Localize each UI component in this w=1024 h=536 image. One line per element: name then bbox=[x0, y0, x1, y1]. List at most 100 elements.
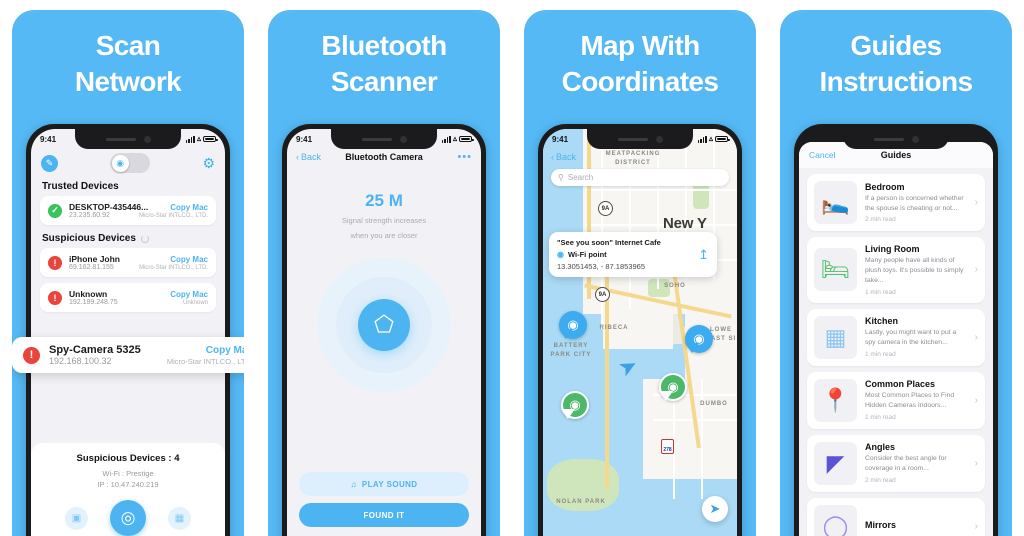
guide-row-common-places[interactable]: 📍 Common Places Most Common Places to Fi… bbox=[807, 371, 985, 429]
device-row-suspicious-0[interactable]: ! iPhone John Copy Mac 69.162.81.155 Mic… bbox=[40, 248, 216, 277]
device-top-row: Spy-Camera 5325 Copy Mac bbox=[49, 344, 244, 356]
distance-readout: 25 M bbox=[365, 191, 403, 210]
guide-content: Common Places Most Common Places to Find… bbox=[865, 379, 967, 421]
copy-mac-button[interactable]: Copy Mac bbox=[170, 290, 208, 299]
guide-title: Kitchen bbox=[865, 316, 899, 327]
device-ip: 69.162.81.155 bbox=[69, 264, 114, 271]
guide-title: Common Places bbox=[865, 379, 936, 390]
device-vendor: Micro-Star INTLCO., LTD. bbox=[166, 357, 244, 366]
status-alert-icon: ! bbox=[48, 290, 62, 305]
guide-row-living-room[interactable]: 🛏 Living Room Many people have all kinds… bbox=[807, 237, 985, 303]
mirror-icon: ◯ bbox=[814, 504, 857, 536]
guides-sheet: Cancel Guides 🛌 Bedroom If a person is c… bbox=[799, 142, 993, 536]
camera-icon[interactable]: ▣ bbox=[65, 506, 88, 530]
chevron-right-icon: › bbox=[974, 331, 978, 343]
guide-row-kitchen[interactable]: ▦ Kitchen Lastly, you might want to put … bbox=[807, 308, 985, 366]
signal-hint-line-2: when you are closer bbox=[350, 231, 418, 241]
status-indicators: ▵ bbox=[185, 135, 218, 143]
device-top-row: DESKTOP-435446... Copy Mac bbox=[69, 202, 208, 212]
phone-screen-1: 9:41 ▵ ✎ ◉ ⚙ Trusted Devices ✓ DESKTOP-4… bbox=[31, 129, 225, 536]
pin-tail bbox=[559, 329, 573, 356]
back-button[interactable]: ‹ Back bbox=[296, 152, 321, 162]
guide-description: Many people have all kinds of plush toys… bbox=[865, 257, 964, 284]
guide-read-time: 1 min read bbox=[865, 288, 896, 296]
map-search-input[interactable]: ⚲ Search bbox=[551, 169, 729, 186]
phone-mockup-1: 9:41 ▵ ✎ ◉ ⚙ Trusted Devices ✓ DESKTOP-4… bbox=[26, 124, 230, 536]
guide-read-time: 2 min read bbox=[865, 216, 896, 224]
phone-notch bbox=[843, 129, 949, 149]
cancel-button[interactable]: Cancel bbox=[809, 150, 835, 160]
wifi-status-icon: ▵ bbox=[452, 134, 457, 143]
status-time: 9:41 bbox=[40, 134, 57, 144]
map-label-0: MEATPACKING bbox=[605, 151, 661, 157]
device-top-row: Unknown Copy Mac bbox=[69, 289, 208, 299]
route-shield-9a-top: 9A bbox=[598, 201, 613, 216]
highlighted-device-card[interactable]: ! Spy-Camera 5325 Copy Mac 192.168.100.3… bbox=[12, 337, 244, 373]
wifi-scan-toggle[interactable]: ◉ bbox=[110, 153, 151, 173]
summary-wifi: Wi-Fi : Prestige bbox=[102, 469, 154, 479]
map-label-nolan: NOLAN PARK bbox=[556, 499, 606, 505]
guide-title: Bedroom bbox=[865, 181, 905, 192]
battery-icon bbox=[459, 135, 474, 143]
copy-mac-button[interactable]: Copy Mac bbox=[170, 203, 208, 212]
map-pin-camera-2[interactable]: ◉ bbox=[659, 373, 687, 418]
guide-row-mirrors[interactable]: ◯ Mirrors › bbox=[807, 497, 985, 536]
device-row-suspicious-1[interactable]: ! Unknown Copy Mac 192.199.248.75 Unknow… bbox=[40, 283, 216, 312]
device-ip: 192.168.100.32 bbox=[49, 356, 112, 366]
pencil-icon[interactable]: ✎ bbox=[41, 154, 58, 172]
trusted-devices-label: Trusted Devices bbox=[42, 181, 119, 192]
chevron-right-icon: › bbox=[974, 394, 978, 406]
gear-icon[interactable]: ⚙ bbox=[202, 156, 215, 170]
panel-bluetooth-scanner: Bluetooth Scanner 9:41 ▵ ‹ Back Bluetoot… bbox=[268, 10, 500, 536]
guide-description: If a person is concerned whether the spo… bbox=[865, 194, 964, 212]
map-pin-camera-1[interactable]: ◉ bbox=[561, 391, 589, 436]
chevron-right-icon: › bbox=[974, 264, 978, 276]
map-label-1: DISTRICT bbox=[615, 160, 651, 166]
road-v7 bbox=[701, 379, 703, 499]
guide-title: Living Room bbox=[865, 244, 920, 254]
pin-tail bbox=[561, 409, 575, 436]
guide-row-angles[interactable]: ◤ Angles Consider the best angle for cov… bbox=[807, 434, 985, 492]
device-ip: 23.235.60.92 bbox=[69, 212, 110, 219]
copy-mac-button[interactable]: Copy Mac bbox=[170, 255, 208, 264]
guides-title: Guides bbox=[880, 150, 912, 160]
triangle-icon: ◤ bbox=[814, 441, 857, 485]
copy-mac-button[interactable]: Copy Mac bbox=[206, 345, 244, 356]
cellular-signal-icon bbox=[697, 135, 707, 143]
bluetooth-icon[interactable]: ⬠ bbox=[358, 298, 410, 351]
map-label-soho: SOHO bbox=[664, 283, 686, 289]
scan-toolbar: ✎ ◉ ⚙ bbox=[31, 149, 225, 179]
device-bottom-row: 69.162.81.155 Micro-Star INTLCO., LTD. bbox=[69, 264, 208, 271]
callout-subtitle-row: ◉ Wi-Fi point bbox=[557, 250, 709, 259]
map-pin-wifi-1[interactable]: ◉ bbox=[559, 311, 587, 356]
bottom-tab-bar: ▣ ◎ ▦ bbox=[41, 500, 215, 536]
front-camera-icon bbox=[399, 135, 407, 143]
wifi-icon: ◉ bbox=[111, 154, 129, 172]
more-options-icon[interactable]: ••• bbox=[457, 151, 472, 162]
locate-me-button[interactable]: ➤ bbox=[702, 496, 728, 522]
device-row-trusted-0[interactable]: ✓ DESKTOP-435446... Copy Mac 23.235.60.9… bbox=[40, 196, 216, 225]
guide-row-bedroom[interactable]: 🛌 Bedroom If a person is concerned wheth… bbox=[807, 174, 985, 231]
pin-tail bbox=[659, 391, 673, 418]
kitchen-icon: ▦ bbox=[814, 315, 857, 359]
signal-rings: ⬠ bbox=[317, 257, 451, 392]
search-placeholder: Search bbox=[567, 173, 594, 182]
bluetooth-navbar: ‹ Back Bluetooth Camera ••• bbox=[287, 149, 481, 169]
share-icon[interactable]: ↥ bbox=[698, 247, 709, 263]
radar-icon[interactable]: ◎ bbox=[110, 500, 146, 536]
nav-title: Bluetooth Camera bbox=[345, 152, 423, 162]
sound-icon: ♫ bbox=[350, 479, 357, 489]
signal-hint-line-1: Signal strength increases bbox=[341, 216, 427, 225]
guide-read-time: 1 min read bbox=[865, 413, 896, 421]
book-icon[interactable]: ▦ bbox=[168, 506, 191, 530]
panel-4-headline: Guides Instructions bbox=[780, 10, 1012, 100]
phone-mockup-4: Cancel Guides 🛌 Bedroom If a person is c… bbox=[794, 124, 998, 536]
back-button[interactable]: ‹ Back bbox=[551, 152, 576, 162]
found-it-button[interactable]: FOUND IT bbox=[299, 503, 469, 527]
play-sound-button[interactable]: ♫ PLAY SOUND bbox=[299, 472, 469, 496]
map-pin-wifi-2[interactable]: ◉ bbox=[685, 325, 713, 370]
map-canvas[interactable]: MEATPACKING DISTRICT New Y SOHO RIBECA B… bbox=[543, 129, 737, 536]
map-callout-card[interactable]: "See you soon" Internet Cafe ◉ Wi-Fi poi… bbox=[549, 232, 717, 277]
device-name: iPhone John bbox=[69, 254, 120, 264]
section-title-trusted: Trusted Devices bbox=[31, 179, 225, 196]
